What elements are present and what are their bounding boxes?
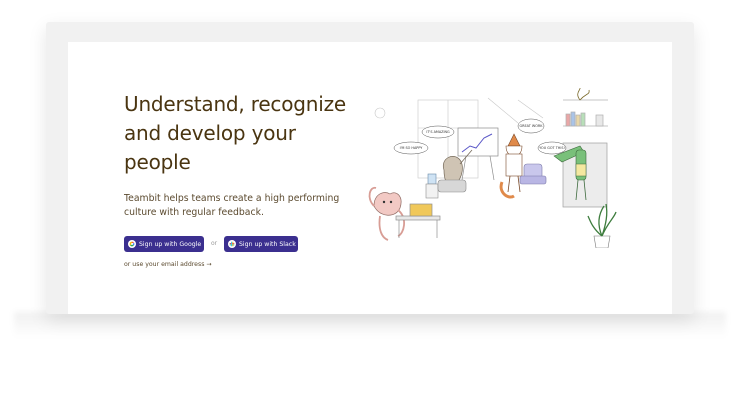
fox-character <box>499 133 523 199</box>
water-cooler <box>425 173 439 199</box>
bubble-text-great-work: GREAT WORK <box>520 124 544 128</box>
slack-button-label: Sign up with Slack <box>239 240 296 248</box>
bubble-text-happy: I'M SO HAPPY <box>400 146 424 150</box>
slack-icon <box>228 240 236 248</box>
email-signup-link[interactable]: or use your email address → <box>124 261 212 268</box>
shelf <box>563 99 608 127</box>
armchair <box>519 163 547 185</box>
google-button-label: Sign up with Google <box>139 240 202 248</box>
device-shadow <box>14 312 726 338</box>
or-separator: or <box>211 240 218 247</box>
page-stage: Understand, recognize and develop your p… <box>0 0 740 409</box>
google-icon <box>128 240 136 248</box>
potted-plant <box>587 203 617 248</box>
sign-up-slack-button[interactable]: Sign up with Slack <box>224 236 298 252</box>
hero-subtext: Teambit helps teams create a high perfor… <box>124 193 340 218</box>
hero-headline: Understand, recognize and develop your p… <box>124 92 346 174</box>
sign-up-google-button[interactable]: Sign up with Google <box>124 236 204 252</box>
team-illustration: I'M SO HAPPY IT'S AMAZING GREAT WORK YOU… <box>368 88 617 248</box>
sloth-character <box>437 149 473 193</box>
landing-screen: Understand, recognize and develop your p… <box>68 42 672 314</box>
bubble-text-you-got-this: YOU GOT THIS! <box>539 146 565 150</box>
bubble-text-amazing: IT'S AMAZING <box>426 130 450 134</box>
